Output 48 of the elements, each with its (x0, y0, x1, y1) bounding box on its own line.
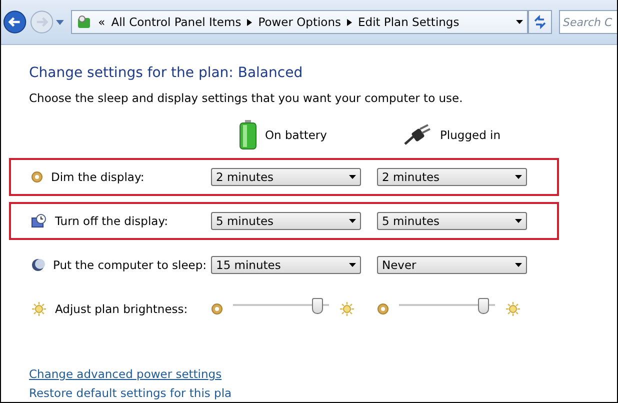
page-title: Change settings for the plan: Balanced (29, 65, 304, 83)
refresh-button[interactable] (528, 10, 552, 34)
dropdown-arrow-icon (515, 263, 522, 267)
setting-label: Adjust plan brightness: (55, 302, 188, 316)
time-dropdown[interactable]: 2 minutes (377, 168, 527, 186)
address-bar[interactable]: « All Control Panel Items Power Options Edit Plan Settings (71, 10, 528, 34)
slider-thumb[interactable] (312, 298, 324, 314)
time-dropdown[interactable]: 5 minutes (211, 212, 361, 230)
breadcrumb-item[interactable]: Edit Plan Settings (358, 15, 460, 29)
dropdown-arrow-icon (515, 219, 522, 223)
breadcrumb-chevron[interactable]: « (98, 15, 106, 29)
dropdown-arrow-icon (349, 263, 356, 267)
sun-icon (505, 301, 521, 317)
time-dropdown[interactable]: 15 minutes (211, 256, 361, 274)
search-field[interactable]: Search C (559, 10, 617, 34)
breadcrumb-item[interactable]: Power Options (258, 15, 341, 29)
sun-icon (339, 301, 355, 317)
dropdown-arrow-icon (515, 175, 522, 179)
dim-brightness-icon (377, 303, 389, 315)
moon-icon (31, 258, 45, 272)
page-description: Choose the sleep and display settings that you want your computer to use. (29, 91, 464, 105)
breadcrumb-item[interactable]: All Control Panel Items (111, 15, 242, 29)
setting-label: Put the computer to sleep: (53, 258, 207, 272)
column-heading: On battery (265, 128, 327, 142)
monitor-clock-icon (31, 213, 47, 229)
power-plug-icon (404, 124, 432, 146)
breadcrumb-arrow-icon (247, 18, 252, 26)
sun-icon (31, 301, 47, 317)
dim-brightness-icon (211, 303, 223, 315)
dim-brightness-icon (31, 171, 43, 183)
column-heading: Plugged in (440, 128, 501, 142)
control-panel-icon (76, 14, 92, 30)
breadcrumb-arrow-icon (347, 18, 352, 26)
refresh-icon (533, 15, 548, 29)
battery-icon (239, 120, 257, 150)
time-dropdown[interactable]: 2 minutes (211, 168, 361, 186)
dropdown-arrow-icon (349, 219, 356, 223)
dropdown-arrow-icon (516, 20, 524, 24)
history-dropdown-icon[interactable] (56, 20, 64, 24)
settings-link[interactable]: Change advanced power settings (29, 367, 617, 381)
time-dropdown[interactable]: 5 minutes (377, 212, 527, 230)
slider-thumb[interactable] (478, 298, 490, 314)
time-dropdown[interactable]: Never (377, 256, 527, 274)
dropdown-arrow-icon (349, 175, 356, 179)
setting-label: Dim the display: (51, 170, 144, 184)
back-button[interactable] (3, 10, 27, 34)
settings-link[interactable]: Restore default settings for this pla (29, 386, 617, 400)
setting-label: Turn off the display: (55, 214, 168, 228)
